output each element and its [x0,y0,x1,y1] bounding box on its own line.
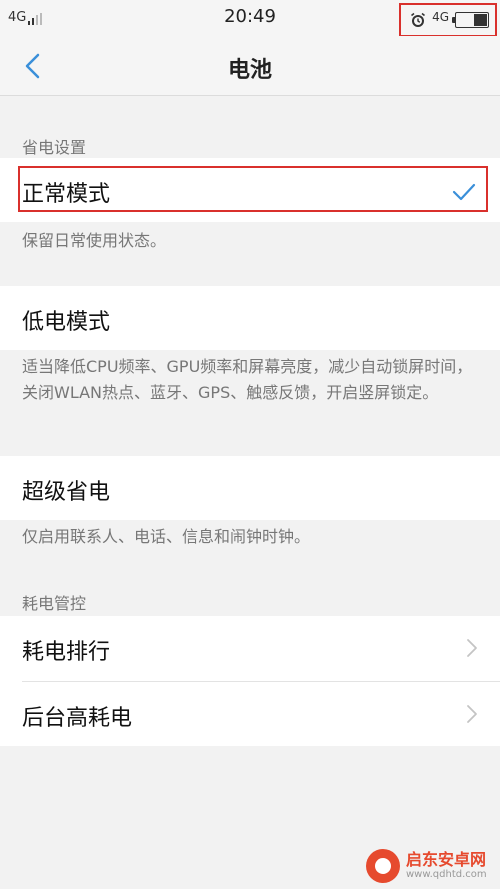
mode-label: 超级省电 [22,480,111,505]
mode-label: 低电模式 [22,310,111,335]
alarm-icon [410,12,426,28]
battery-level [473,14,487,26]
chevron-right-icon [466,704,478,724]
watermark-url: www.qdhtd.com [406,869,487,880]
watermark: 启东安卓网 www.qdhtd.com [366,848,496,884]
list-item-label: 耗电排行 [22,640,111,665]
page-title: 电池 [227,58,272,83]
watermark-text: 启东安卓网 www.qdhtd.com [406,851,487,881]
power-control-list: 耗电排行 后台高耗电 [0,616,500,746]
mode-description: 适当降低CPU频率、GPU频率和屏幕亮度，减少自动锁屏时间，关闭WLAN热点、蓝… [22,357,473,402]
watermark-name: 启东安卓网 [406,850,487,869]
mode-description: 仅启用联系人、电话、信息和闹钟时钟。 [22,527,311,546]
section-header-power-control: 耗电管控 [22,594,87,613]
list-item-background-drain[interactable]: 后台高耗电 [0,682,500,746]
chevron-right-icon [466,638,478,658]
status-icons-highlight: 4G [399,3,497,37]
mode-row-super-saving[interactable]: 超级省电 [0,456,500,520]
watermark-logo-icon [366,849,400,883]
section-header-power-settings: 省电设置 [22,138,87,157]
mode-description: 保留日常使用状态。 [22,231,167,250]
nav-bar: 电池 [0,36,500,96]
mobile-data-label: 4G [432,10,449,24]
status-bar: 4G 20:49 4G [0,0,500,37]
list-item-label: 后台高耗电 [22,706,133,731]
battery-icon [452,12,489,28]
mode-row-low-power[interactable]: 低电模式 [0,286,500,350]
selection-highlight [18,166,488,212]
list-item-power-ranking[interactable]: 耗电排行 [0,616,500,681]
